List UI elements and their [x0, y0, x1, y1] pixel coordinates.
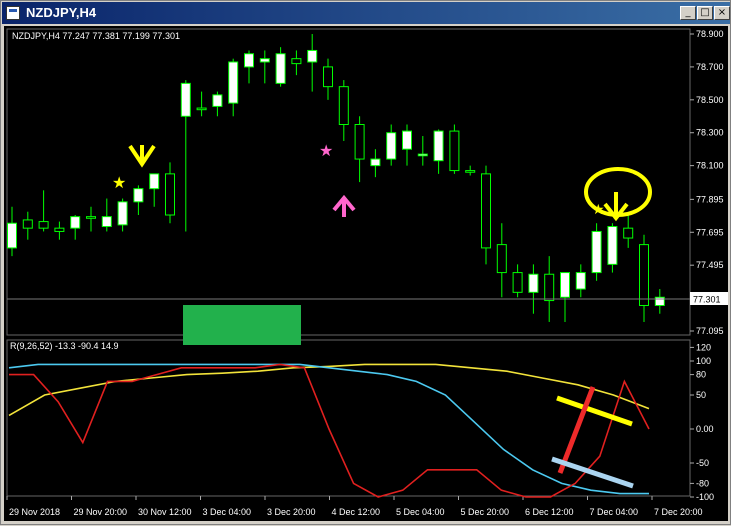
terminal-window: NZDJPY,H4 _ □ × 78.900 78.700 78.500 78.300…	[0, 0, 731, 525]
bull-candle	[70, 216, 81, 229]
bear-candle	[449, 130, 460, 172]
title-bar[interactable]: NZDJPY,H4 _ □ ×	[2, 2, 730, 24]
indicator-tick-label: -50	[696, 458, 709, 468]
bull-candle	[417, 153, 428, 157]
yellow-star-icon-2: ★	[592, 201, 605, 217]
bull-candle	[528, 273, 539, 293]
bull-candle	[591, 230, 602, 274]
bull-candle	[560, 272, 570, 298]
price-axis: 78.900 78.700 78.500 78.300 78.100 77.895 77.6…	[690, 29, 724, 336]
bull-candle	[575, 272, 586, 290]
bear-candle	[86, 216, 96, 219]
time-tick-label: 6 Dec 12:00	[525, 507, 574, 517]
price-tick-label: 77.495	[696, 260, 724, 270]
bear-candle	[196, 107, 207, 111]
bull-candle	[307, 49, 318, 63]
bull-candle	[228, 61, 239, 104]
bull-candle	[117, 201, 128, 226]
bear-candle	[354, 123, 365, 160]
indicator-lines	[8, 363, 650, 498]
bull-candle	[370, 158, 381, 167]
price-tick-label: 78.100	[696, 161, 724, 171]
bull-candle	[7, 222, 17, 249]
time-tick-label: 29 Nov 20:00	[74, 507, 128, 517]
time-tick-label: 3 Dec 04:00	[203, 507, 252, 517]
indicator-tick-label: -80	[696, 478, 709, 488]
bear-candle	[165, 173, 175, 216]
price-tick-label: 77.895	[696, 194, 724, 204]
bull-candle	[180, 82, 191, 117]
bull-candle	[244, 53, 254, 68]
bull-candle	[386, 132, 397, 160]
time-tick-label: 3 Dec 20:00	[267, 507, 316, 517]
bull-candle	[402, 130, 412, 150]
bull-candle	[607, 226, 618, 265]
price-tick-label: 78.300	[696, 128, 724, 138]
bull-candle	[259, 58, 270, 63]
bull-candle	[433, 130, 444, 162]
bear-candle	[465, 170, 476, 173]
time-tick-label: 7 Dec 04:00	[590, 507, 639, 517]
current-price-label: 77.301	[693, 295, 721, 305]
red-indicator-line	[9, 363, 650, 498]
bull-candle	[275, 53, 286, 84]
bear-candle	[639, 244, 649, 306]
price-chart[interactable]: 78.900 78.700 78.500 78.300 78.100 77.895 77.6…	[4, 26, 728, 521]
bull-candle	[101, 216, 112, 228]
candlestick-series	[7, 34, 665, 322]
indicator-tick-label: 50	[696, 390, 706, 400]
yellow-star-icon-1: ★	[112, 175, 126, 192]
yellow-down-arrow-1	[128, 144, 156, 168]
indicator-tick-label: 120	[696, 342, 711, 352]
bear-candle	[54, 227, 65, 232]
bear-candle	[496, 244, 507, 274]
indicator-axis: 120 100 80 50 0.00 -50 -80 -100	[690, 342, 714, 502]
bear-candle	[338, 86, 349, 125]
bear-candle	[291, 58, 302, 65]
price-tick-label: 78.900	[696, 29, 724, 39]
window-title: NZDJPY,H4	[26, 5, 97, 20]
indicator-tick-label: 0.00	[696, 424, 714, 434]
indicator-tick-label: 100	[696, 356, 711, 366]
bear-candle	[22, 219, 33, 229]
time-tick-label: 5 Dec 04:00	[396, 507, 445, 517]
bear-candle	[512, 272, 523, 293]
bear-candle	[623, 227, 634, 239]
chart-window-icon	[6, 6, 20, 20]
yellow-indicator-line	[8, 363, 650, 417]
yellow-trend-mark	[556, 395, 633, 427]
indicator-tick-label: -100	[696, 492, 714, 502]
price-tick-label: 78.700	[696, 62, 724, 72]
bear-candle	[38, 221, 49, 229]
time-tick-label: 5 Dec 20:00	[461, 507, 510, 517]
chart-header: NZDJPY,H4 77.247 77.381 77.199 77.301	[12, 31, 180, 41]
pink-star-icon: ★	[319, 143, 333, 160]
price-tick-label: 77.695	[696, 227, 724, 237]
bear-candle	[481, 173, 491, 249]
chart-canvas[interactable]: 78.900 78.700 78.500 78.300 78.100 77.895 77.6…	[4, 26, 728, 521]
pink-up-arrow	[332, 194, 356, 217]
time-axis: 29 Nov 2018 29 Nov 20:00 30 Nov 12:00 3 Dec…	[6, 496, 703, 517]
indicator-header: R(9,26,52) -13.3 -90.4 14.9	[10, 341, 119, 351]
time-tick-label: 30 Nov 12:00	[138, 507, 192, 517]
time-tick-label: 4 Dec 12:00	[332, 507, 381, 517]
minimize-button[interactable]: _	[680, 6, 696, 20]
price-tick-label: 77.095	[696, 326, 724, 336]
light-blue-trend-mark	[551, 456, 634, 489]
indicator-tick-label: 80	[696, 370, 706, 380]
bear-candle	[323, 66, 333, 88]
time-tick-label: 29 Nov 2018	[9, 507, 60, 517]
maximize-button[interactable]: □	[697, 6, 713, 20]
bear-candle	[544, 273, 555, 302]
green-highlight-box	[183, 305, 301, 345]
close-button[interactable]: ×	[714, 6, 730, 20]
time-tick-label: 7 Dec 20:00	[654, 507, 703, 517]
bull-candle	[212, 94, 223, 107]
price-tick-label: 78.500	[696, 95, 724, 105]
bull-candle	[133, 188, 144, 203]
bull-candle	[149, 173, 160, 190]
